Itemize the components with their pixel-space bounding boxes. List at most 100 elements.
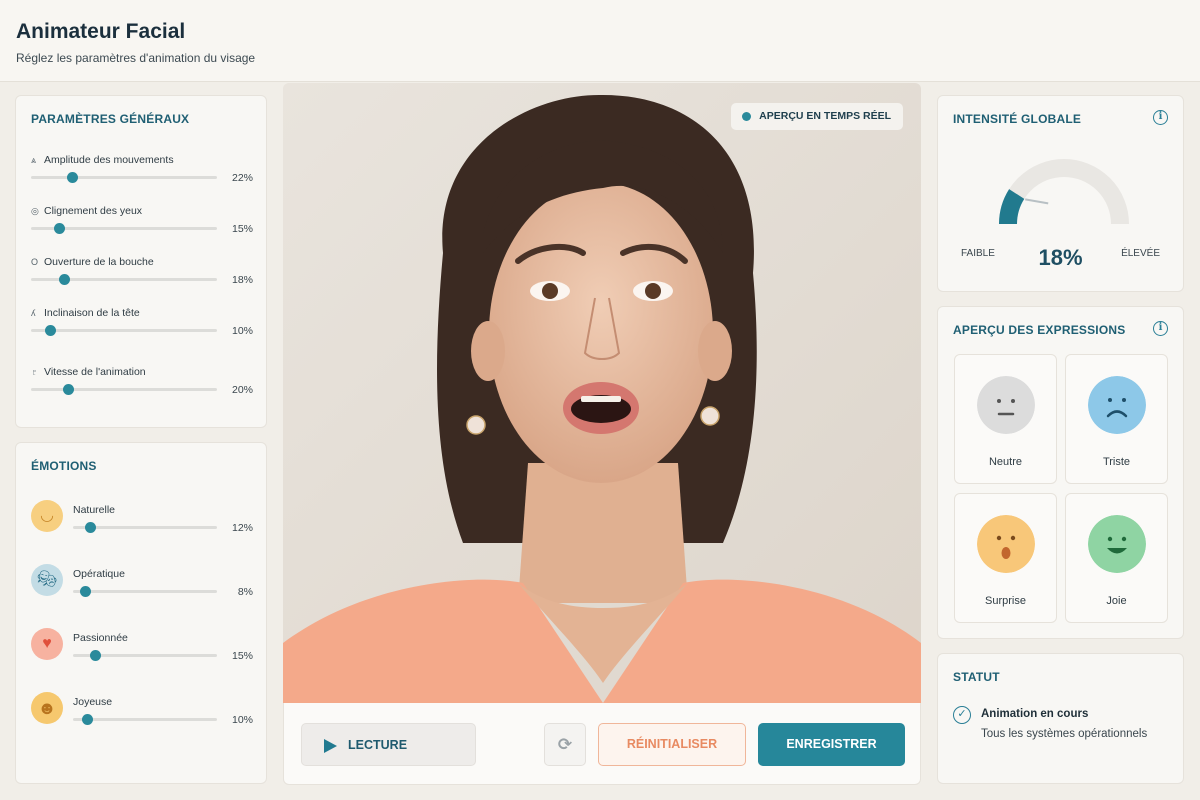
- param-amplitude: ⩓ Amplitude des mouvements 22%: [31, 154, 253, 194]
- param-label: Ouverture de la bouche: [44, 256, 154, 268]
- expression-neutre[interactable]: Neutre: [954, 354, 1057, 484]
- slider-knob[interactable]: [63, 384, 75, 395]
- grin-icon: ☻: [31, 692, 63, 724]
- live-preview-label: APERÇU EN TEMPS RÉEL: [759, 110, 891, 122]
- status-panel: STATUT ✓ Animation en cours Tous les sys…: [937, 653, 1184, 784]
- param-head-tilt: ʎ Inclinaison de la tête 10%: [31, 307, 253, 347]
- emotion-label: Passionnée: [73, 632, 128, 644]
- emotion-operatique: 🎭︎ Opératique 8%: [31, 564, 253, 610]
- sad-face-icon: [1088, 376, 1146, 434]
- param-value: 15%: [231, 223, 253, 235]
- slider-knob[interactable]: [89, 650, 101, 661]
- slider-knob[interactable]: [44, 325, 56, 336]
- mouth-slider[interactable]: [31, 274, 217, 285]
- slider-knob[interactable]: [66, 172, 78, 183]
- playback-controls: LECTURE ⟳ RÉINITIALISER ENREGISTRER: [283, 703, 921, 785]
- play-label: LECTURE: [348, 738, 408, 752]
- page-title: Animateur Facial: [16, 20, 186, 43]
- slider-knob[interactable]: [53, 223, 65, 234]
- expression-label: Triste: [1102, 456, 1131, 468]
- status-detail: Tous les systèmes opérationnels: [981, 728, 1148, 740]
- slider-knob[interactable]: [79, 586, 91, 597]
- live-preview-badge: APERÇU EN TEMPS RÉEL: [731, 103, 903, 130]
- eye-icon: ◎: [31, 206, 39, 216]
- param-value: 10%: [231, 325, 253, 337]
- refresh-button[interactable]: ⟳: [544, 723, 586, 766]
- app-header: Animateur Facial Réglez les paramètres d…: [0, 0, 1200, 82]
- intensity-title: INTENSITÉ GLOBALE: [953, 112, 1082, 126]
- expressions-panel: APERÇU DES EXPRESSIONS i Neutre Triste S…: [937, 306, 1184, 639]
- param-mouth: O Ouverture de la bouche 18%: [31, 256, 253, 296]
- portrait-photo: [283, 83, 921, 703]
- head-tilt-icon: ʎ: [31, 308, 36, 318]
- param-value: 22%: [231, 172, 253, 184]
- portrait-preview: APERÇU EN TEMPS RÉEL: [283, 83, 921, 703]
- general-params-panel: PARAMÈTRES GÉNÉRAUX ⩓ Amplitude des mouve…: [15, 95, 267, 428]
- refresh-icon: ⟳: [557, 735, 573, 754]
- emotion-label: Opératique: [73, 568, 125, 580]
- emotion-label: Joyeuse: [73, 696, 113, 708]
- neutral-face-icon: [977, 376, 1035, 434]
- speed-slider[interactable]: [31, 384, 217, 395]
- param-value: 20%: [231, 384, 253, 396]
- live-dot-icon: [742, 112, 752, 121]
- save-button[interactable]: ENREGISTRER: [758, 723, 905, 766]
- theater-masks-icon: 🎭︎: [31, 564, 63, 596]
- gauge-fill: [998, 189, 1025, 225]
- operatique-slider[interactable]: [73, 586, 217, 597]
- amplitude-icon: ⩓: [31, 155, 37, 165]
- amplitude-slider[interactable]: [31, 172, 217, 183]
- reset-button[interactable]: RÉINITIALISER: [598, 723, 746, 766]
- smile-icon: ◡: [31, 500, 63, 532]
- head-tilt-slider[interactable]: [31, 325, 217, 336]
- check-icon: ✓: [953, 706, 971, 724]
- mouth-icon: O: [31, 257, 39, 267]
- expression-label: Neutre: [988, 456, 1023, 468]
- expression-joie[interactable]: Joie: [1065, 493, 1168, 623]
- blink-slider[interactable]: [31, 223, 217, 234]
- intensity-panel: INTENSITÉ GLOBALE i FAIBLE ÉLEVÉE 18%: [937, 95, 1184, 292]
- slider-knob[interactable]: [85, 522, 97, 533]
- emotions-title: ÉMOTIONS: [31, 459, 97, 473]
- play-icon: [324, 739, 337, 753]
- slider-knob[interactable]: [82, 714, 94, 725]
- param-label: Vitesse de l'animation: [44, 366, 146, 378]
- play-button[interactable]: LECTURE: [301, 723, 476, 766]
- emotion-value: 15%: [231, 650, 253, 662]
- expression-surprise[interactable]: Surprise: [954, 493, 1057, 623]
- intensity-value: 18%: [1038, 245, 1083, 270]
- intensity-gauge: [998, 159, 1129, 225]
- general-params-title: PARAMÈTRES GÉNÉRAUX: [31, 112, 190, 126]
- status-state: Animation en cours: [981, 708, 1089, 720]
- emotion-passionnee: ♥ Passionnée 15%: [31, 628, 253, 674]
- param-blink: ◎ Clignement des yeux 15%: [31, 205, 253, 245]
- speed-icon: ♇: [31, 367, 38, 377]
- emotion-value: 10%: [231, 714, 253, 726]
- heart-icon: ♥: [31, 628, 63, 660]
- status-title: STATUT: [953, 670, 1000, 684]
- expression-label: Joie: [1106, 595, 1127, 607]
- param-label: Inclinaison de la tête: [44, 307, 140, 319]
- emotions-panel: ÉMOTIONS ◡ Naturelle 12% 🎭︎ Opératique 8…: [15, 442, 267, 784]
- info-icon[interactable]: i: [1153, 321, 1168, 336]
- param-speed: ♇ Vitesse de l'animation 20%: [31, 366, 253, 406]
- joyeuse-slider[interactable]: [73, 714, 217, 725]
- naturelle-slider[interactable]: [73, 522, 217, 533]
- param-value: 18%: [231, 274, 253, 286]
- slider-knob[interactable]: [59, 274, 71, 285]
- param-label: Clignement des yeux: [44, 205, 143, 217]
- param-label: Amplitude des mouvements: [44, 154, 174, 166]
- expressions-title: APERÇU DES EXPRESSIONS: [953, 323, 1126, 337]
- info-icon[interactable]: i: [1153, 110, 1168, 125]
- emotion-naturelle: ◡ Naturelle 12%: [31, 500, 253, 546]
- emotion-value: 8%: [237, 586, 253, 598]
- happy-face-icon: [1088, 515, 1146, 573]
- expression-label: Surprise: [985, 595, 1026, 607]
- emotion-value: 12%: [231, 522, 253, 534]
- page-subtitle: Réglez les paramètres d'animation du vis…: [16, 51, 256, 65]
- passionnee-slider[interactable]: [73, 650, 217, 661]
- emotion-label: Naturelle: [73, 504, 116, 516]
- gauge-needle: [1025, 198, 1049, 205]
- emotion-joyeuse: ☻ Joyeuse 10%: [31, 692, 253, 738]
- expression-triste[interactable]: Triste: [1065, 354, 1168, 484]
